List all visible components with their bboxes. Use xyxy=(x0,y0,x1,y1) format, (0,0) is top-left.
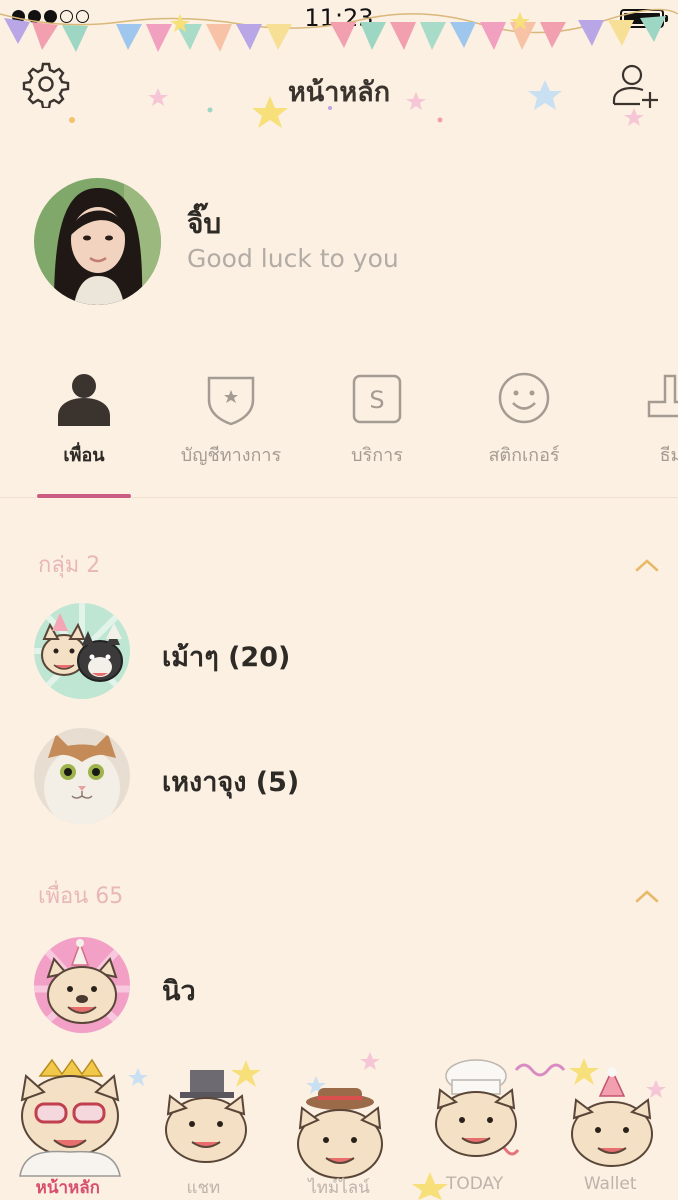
profile-name: จิ๊บ xyxy=(187,207,222,240)
battery-icon xyxy=(620,9,668,28)
tab-services[interactable]: S บริการ xyxy=(302,360,452,498)
tab-official-accounts[interactable]: บัญชีทางการ xyxy=(156,360,306,498)
nav-wallet[interactable]: Wallet xyxy=(542,1168,678,1200)
tab-stickers[interactable]: สติกเกอร์ xyxy=(449,360,599,498)
tab-label: บริการ xyxy=(351,445,403,466)
friends-section-header[interactable]: เพื่อน 65 xyxy=(38,878,123,913)
nav-chats[interactable]: แชท xyxy=(136,1168,272,1200)
nav-today[interactable]: TODAY xyxy=(407,1168,543,1200)
profile-avatar[interactable] xyxy=(34,178,161,305)
bulldog-avatar xyxy=(34,937,130,1033)
category-tabs: เพื่อน บัญชีทางการ S บริการ สติกเกอร์ ธี… xyxy=(0,360,678,498)
active-tab-indicator xyxy=(37,494,131,498)
cat-avatar xyxy=(34,728,130,824)
tab-label: ธีม xyxy=(659,445,678,466)
bulldog-group-avatar xyxy=(34,603,130,699)
group-name: เม้าๆ (20) xyxy=(162,642,291,673)
tab-themes[interactable]: ธีม xyxy=(596,360,678,498)
bottom-navigation: หน้าหลัก แชท ไทม์ไลน์ TODAY Wallet xyxy=(0,1168,678,1200)
profile-status-message: Good luck to you xyxy=(187,244,399,273)
status-time: 11:23 xyxy=(304,4,374,32)
page-title: หน้าหลัก xyxy=(287,77,391,108)
friend-name: นิว xyxy=(162,976,196,1007)
add-friend-button[interactable] xyxy=(610,60,662,112)
groups-section-header[interactable]: กลุ่ม 2 xyxy=(38,547,100,582)
official-account-icon xyxy=(207,376,255,426)
group-list-item[interactable]: เหงาจุง (5) xyxy=(0,728,678,828)
friend-list-item[interactable]: นิว xyxy=(0,937,678,1037)
profile-photo xyxy=(34,178,161,305)
tab-label: สติกเกอร์ xyxy=(488,445,560,466)
tab-label: เพื่อน xyxy=(63,445,105,466)
tab-friends[interactable]: เพื่อน xyxy=(9,360,159,498)
group-name: เหงาจุง (5) xyxy=(162,767,300,798)
add-friend-icon xyxy=(612,64,658,108)
person-icon xyxy=(58,374,110,426)
chevron-up-icon[interactable] xyxy=(634,556,660,574)
nav-home[interactable]: หน้าหลัก xyxy=(0,1168,136,1200)
status-bar: 11:23 xyxy=(0,0,678,38)
chevron-up-icon[interactable] xyxy=(634,887,660,905)
smile-icon xyxy=(498,372,550,424)
nav-timeline[interactable]: ไทม์ไลน์ xyxy=(271,1168,407,1200)
svg-text:S: S xyxy=(369,386,384,414)
group-list-item[interactable]: เม้าๆ (20) xyxy=(0,603,678,703)
services-icon: S xyxy=(352,374,402,424)
theme-icon xyxy=(647,374,678,418)
tab-label: บัญชีทางการ xyxy=(180,445,282,466)
